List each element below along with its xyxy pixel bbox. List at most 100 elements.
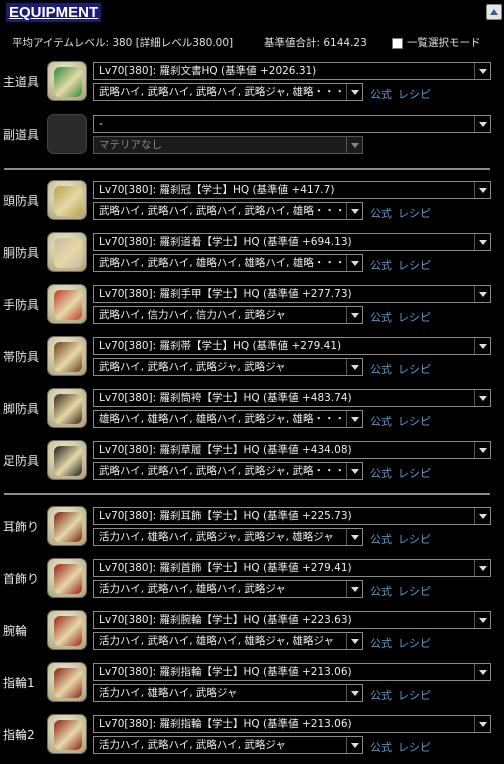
materia-select[interactable]: 活力ハイ, 武略ハイ, 雄略ハイ, 武略ジャ xyxy=(93,580,363,598)
item-select[interactable]: Lv70[380]: 羅刹指輪【学士】HQ (基準値 +213.06) xyxy=(93,715,491,733)
chevron-down-icon[interactable] xyxy=(474,390,490,406)
materia-select[interactable]: 武略ハイ, 武略ハイ, 武略ハイ, 武略ジャ, 雄略・・・ xyxy=(93,83,363,101)
ring-icon[interactable] xyxy=(47,714,87,754)
item-select-value: Lv70[380]: 羅刹冠【学士】HQ (基準値 +417.7) xyxy=(99,184,335,196)
materia-select[interactable]: 雄略ハイ, 雄略ハイ, 雄略ハイ, 武略ジャ, 雄略・・・ xyxy=(93,410,363,428)
recipe-link[interactable]: レシピ xyxy=(398,585,431,598)
item-select[interactable]: Lv70[380]: 羅刹道着【学士】HQ (基準値 +694.13) xyxy=(93,233,491,251)
earring-icon[interactable] xyxy=(47,506,87,546)
item-select[interactable]: Lv70[380]: 羅刹筒袴【学士】HQ (基準値 +483.74) xyxy=(93,389,491,407)
chevron-down-icon[interactable] xyxy=(474,116,490,132)
chevron-down-icon[interactable] xyxy=(346,529,362,545)
ring-icon[interactable] xyxy=(47,662,87,702)
official-link[interactable]: 公式 xyxy=(370,637,392,650)
chevron-down-icon[interactable] xyxy=(474,716,490,732)
robe-icon[interactable] xyxy=(47,232,87,272)
materia-select[interactable]: 活力ハイ, 武略ハイ, 雄略ハイ, 雄略ジャ, 雄略ジャ xyxy=(93,632,363,650)
chevron-down-icon[interactable] xyxy=(474,234,490,250)
chevron-down-icon[interactable] xyxy=(474,63,490,79)
item-select-value: Lv70[380]: 羅刹指輪【学士】HQ (基準値 +213.06) xyxy=(99,718,352,730)
recipe-link[interactable]: レシピ xyxy=(398,741,431,754)
recipe-link[interactable]: レシピ xyxy=(398,311,431,324)
materia-select[interactable]: 活力ハイ, 雄略ハイ, 武略ジャ xyxy=(93,684,363,702)
materia-select[interactable]: 活力ハイ, 武略ハイ, 武略ハイ, 武略ジャ xyxy=(93,736,363,754)
chevron-down-icon[interactable] xyxy=(474,508,490,524)
chevron-down-icon[interactable] xyxy=(346,203,362,219)
empty-slot-icon[interactable] xyxy=(47,114,87,154)
materia-select[interactable]: 武略ハイ, 武略ハイ, 雄略ハイ, 雄略ハイ, 雄略・・・ xyxy=(93,254,363,272)
recipe-link[interactable]: レシピ xyxy=(398,363,431,376)
legs-icon[interactable] xyxy=(47,388,87,428)
official-link[interactable]: 公式 xyxy=(370,311,392,324)
chevron-down-icon[interactable] xyxy=(346,581,362,597)
item-select[interactable]: Lv70[380]: 羅刹冠【学士】HQ (基準値 +417.7) xyxy=(93,181,491,199)
materia-select[interactable]: 武略ハイ, 武略ハイ, 武略ジャ, 武略ジャ xyxy=(93,358,363,376)
recipe-link[interactable]: レシピ xyxy=(398,415,431,428)
chevron-down-icon[interactable] xyxy=(346,411,362,427)
item-select[interactable]: Lv70[380]: 羅刹腕輪【学士】HQ (基準値 +223.63) xyxy=(93,611,491,629)
chevron-down-icon[interactable] xyxy=(474,664,490,680)
item-select-value: Lv70[380]: 羅刹筒袴【学士】HQ (基準値 +483.74) xyxy=(99,392,352,404)
recipe-link[interactable]: レシピ xyxy=(398,689,431,702)
item-glyph xyxy=(54,616,82,646)
materia-select[interactable]: 武略ハイ, 信力ハイ, 信力ハイ, 武略ジャ xyxy=(93,306,363,324)
item-select[interactable]: Lv70[380]: 羅刹手甲【学士】HQ (基準値 +277.73) xyxy=(93,285,491,303)
item-links: 公式 レシピ xyxy=(370,465,437,481)
recipe-link[interactable]: レシピ xyxy=(398,88,431,101)
recipe-link[interactable]: レシピ xyxy=(398,467,431,480)
list-mode-checkbox[interactable] xyxy=(392,37,403,49)
item-select[interactable]: Lv70[380]: 羅刹耳飾【学士】HQ (基準値 +225.73) xyxy=(93,507,491,525)
materia-select[interactable]: 活力ハイ, 雄略ハイ, 武略ジャ, 武略ジャ, 雄略ジャ xyxy=(93,528,363,546)
materia-select[interactable]: 武略ハイ, 武略ハイ, 武略ハイ, 武略ジャ, 武略・・・ xyxy=(93,462,363,480)
official-link[interactable]: 公式 xyxy=(370,741,392,754)
crown-icon[interactable] xyxy=(47,180,87,220)
chevron-down-icon[interactable] xyxy=(346,255,362,271)
chevron-down-icon[interactable] xyxy=(346,307,362,323)
recipe-link[interactable]: レシピ xyxy=(398,207,431,220)
item-select[interactable]: Lv70[380]: 羅刹指輪【学士】HQ (基準値 +213.06) xyxy=(93,663,491,681)
materia-select-value: 武略ハイ, 武略ハイ, 武略ハイ, 武略ジャ, 武略・・・ xyxy=(99,465,346,477)
chevron-down-icon[interactable] xyxy=(346,633,362,649)
chevron-down-icon[interactable] xyxy=(346,685,362,701)
official-link[interactable]: 公式 xyxy=(370,689,392,702)
chevron-down-icon[interactable] xyxy=(346,463,362,479)
official-link[interactable]: 公式 xyxy=(370,585,392,598)
chevron-down-icon[interactable] xyxy=(346,737,362,753)
official-link[interactable]: 公式 xyxy=(370,467,392,480)
chevron-down-icon[interactable] xyxy=(474,442,490,458)
collapse-button[interactable] xyxy=(486,4,502,20)
item-select[interactable]: - xyxy=(93,115,491,133)
official-link[interactable]: 公式 xyxy=(370,207,392,220)
bracelet-icon[interactable] xyxy=(47,610,87,650)
chevron-down-icon[interactable] xyxy=(346,84,362,100)
official-link[interactable]: 公式 xyxy=(370,415,392,428)
gloves-icon[interactable] xyxy=(47,284,87,324)
item-select-value: - xyxy=(99,118,103,130)
equipment-slot-row: 胴防具 Lv70[380]: 羅刹道着【学士】HQ (基準値 +694.13) 武略… xyxy=(0,230,504,280)
item-select[interactable]: Lv70[380]: 羅刹帯【学士】HQ (基準値 +279.41) xyxy=(93,337,491,355)
chevron-down-icon[interactable] xyxy=(346,359,362,375)
recipe-link[interactable]: レシピ xyxy=(398,533,431,546)
chevron-down-icon[interactable] xyxy=(474,182,490,198)
materia-select[interactable]: マテリアなし xyxy=(93,136,363,154)
necklace-icon[interactable] xyxy=(47,558,87,598)
item-select[interactable]: Lv70[380]: 羅刹首飾【学士】HQ (基準値 +279.41) xyxy=(93,559,491,577)
chevron-down-icon[interactable] xyxy=(346,137,362,153)
chevron-down-icon[interactable] xyxy=(474,560,490,576)
chevron-down-icon[interactable] xyxy=(474,286,490,302)
item-select[interactable]: Lv70[380]: 羅刹草履【学士】HQ (基準値 +434.08) xyxy=(93,441,491,459)
shoes-icon[interactable] xyxy=(47,440,87,480)
recipe-link[interactable]: レシピ xyxy=(398,259,431,272)
materia-select[interactable]: 武略ハイ, 武略ハイ, 武略ハイ, 武略ハイ, 雄略・・・ xyxy=(93,202,363,220)
official-link[interactable]: 公式 xyxy=(370,259,392,272)
belt-icon[interactable] xyxy=(47,336,87,376)
recipe-link[interactable]: レシピ xyxy=(398,637,431,650)
item-select[interactable]: Lv70[380]: 羅刹文書HQ (基準値 +2026.31) xyxy=(93,62,491,80)
book-icon[interactable] xyxy=(47,61,87,101)
chevron-down-icon[interactable] xyxy=(474,338,490,354)
list-mode-toggle[interactable]: 一覧選択モード xyxy=(392,36,481,50)
official-link[interactable]: 公式 xyxy=(370,533,392,546)
official-link[interactable]: 公式 xyxy=(370,88,392,101)
official-link[interactable]: 公式 xyxy=(370,363,392,376)
chevron-down-icon[interactable] xyxy=(474,612,490,628)
